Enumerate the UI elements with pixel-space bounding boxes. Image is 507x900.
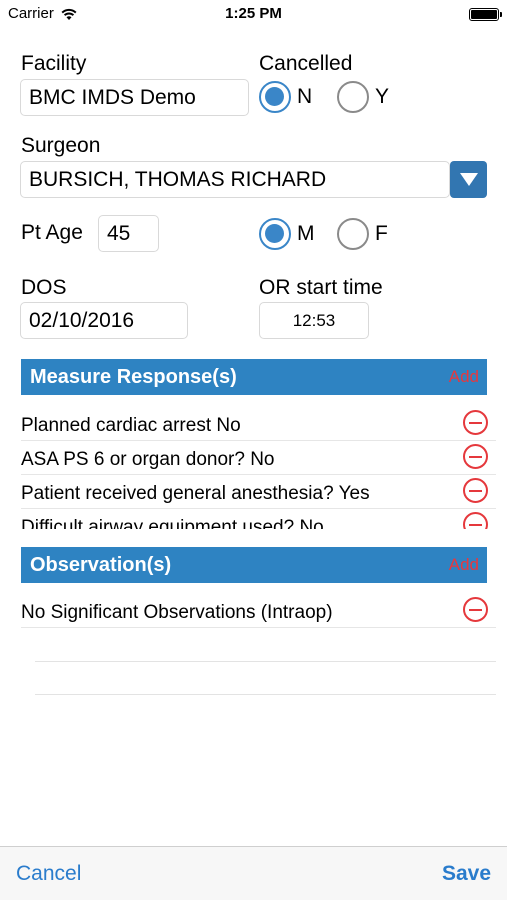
bottom-toolbar: Cancel Save [0, 846, 507, 900]
list-item[interactable]: Patient received general anesthesia? Yes [21, 479, 496, 509]
chevron-down-icon [459, 173, 478, 186]
observations-header: Observation(s) Add [21, 547, 487, 583]
list-item[interactable]: Planned cardiac arrest No [21, 411, 496, 441]
facility-field[interactable]: BMC IMDS Demo [20, 79, 249, 116]
observations-title: Observation(s) [30, 553, 172, 576]
list-item-label: Difficult airway equipment used? No [21, 517, 324, 529]
remove-icon[interactable] [463, 597, 488, 622]
divider [35, 661, 496, 662]
measure-responses-scroll-clip: Difficult airway equipment used? No [0, 509, 507, 529]
list-item[interactable]: Difficult airway equipment used? No [21, 513, 496, 529]
sex-f-label: F [375, 222, 388, 245]
measure-responses-header: Measure Response(s) Add [21, 359, 487, 395]
status-time: 1:25 PM [225, 5, 282, 22]
divider [35, 694, 496, 695]
surgeon-dropdown-button[interactable] [450, 161, 487, 198]
sex-radio-f[interactable]: F [337, 218, 388, 250]
or-start-field[interactable]: 12:53 [259, 302, 369, 339]
or-start-label: OR start time [259, 276, 383, 299]
battery-icon [469, 8, 502, 21]
cancelled-y-label: Y [375, 85, 390, 108]
status-bar: Carrier 1:25 PM [0, 0, 507, 28]
list-item[interactable]: ASA PS 6 or organ donor? No [21, 445, 496, 475]
cancelled-label: Cancelled [259, 52, 353, 75]
radio-unselected-icon [337, 81, 369, 113]
measure-responses-title: Measure Response(s) [30, 365, 237, 388]
sex-m-label: M [297, 222, 315, 245]
measure-responses-add-button[interactable]: Add [449, 367, 479, 387]
list-item-label: Planned cardiac arrest No [21, 414, 241, 436]
cancelled-n-label: N [297, 85, 313, 108]
remove-icon[interactable] [463, 478, 488, 503]
list-item-label: ASA PS 6 or organ donor? No [21, 448, 275, 470]
cancelled-radio-y[interactable]: Y [337, 81, 389, 113]
sex-radio-m[interactable]: M [259, 218, 315, 250]
radio-selected-icon [259, 81, 291, 113]
list-item[interactable]: No Significant Observations (Intraop) [21, 598, 496, 628]
surgeon-label: Surgeon [21, 134, 101, 157]
cancel-button[interactable]: Cancel [16, 862, 81, 886]
surgeon-field[interactable]: BURSICH, THOMAS RICHARD [20, 161, 450, 198]
radio-unselected-icon [337, 218, 369, 250]
facility-label: Facility [21, 52, 87, 75]
cancelled-radio-n[interactable]: N [259, 81, 312, 113]
save-button[interactable]: Save [442, 862, 491, 886]
remove-icon[interactable] [463, 444, 488, 469]
list-item-label: Patient received general anesthesia? Yes [21, 482, 370, 504]
list-item-label: No Significant Observations (Intraop) [21, 601, 333, 623]
radio-selected-icon [259, 218, 291, 250]
dos-field[interactable]: 02/10/2016 [20, 302, 188, 339]
remove-icon[interactable] [463, 410, 488, 435]
pt-age-field[interactable]: 45 [98, 215, 159, 252]
observations-add-button[interactable]: Add [449, 555, 479, 575]
dos-label: DOS [21, 276, 67, 299]
pt-age-label: Pt Age [21, 221, 83, 244]
